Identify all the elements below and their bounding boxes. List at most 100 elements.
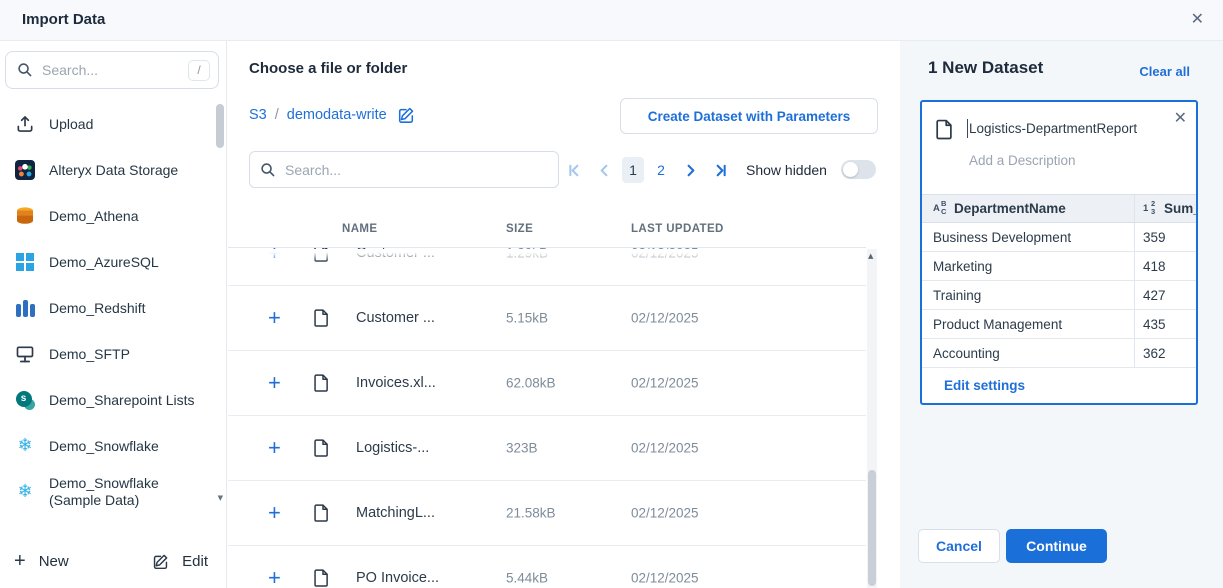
show-hidden-toggle[interactable] [841,160,876,179]
sidebar-footer: + New Edit [0,542,226,588]
sidebar-item-demo-azuresql[interactable]: Demo_AzureSQL [0,239,220,285]
add-file-icon[interactable]: + [268,370,281,396]
file-icon [314,439,329,458]
file-row[interactable]: + Customer ... 5.15kB 02/12/2025 [228,286,866,351]
file-icon [314,504,329,523]
preview-column-sum-quantity: 123 Sum_Qua [1135,195,1196,222]
pagination: 1 2 [562,155,732,185]
add-file-icon[interactable]: + [268,500,281,526]
previous-page-icon [592,158,616,182]
file-row[interactable]: + Invoices.xl... 62.08kB 02/12/2025 [228,351,866,416]
remove-dataset-icon[interactable]: ✕ [1174,108,1187,127]
next-page-icon[interactable] [678,158,702,182]
add-file-icon[interactable]: + [268,565,281,588]
sidebar-scrollbar-thumb[interactable] [216,104,224,148]
sidebar-item-demo-snowflake-sample-data[interactable]: ❄ Demo_Snowflake (Sample Data) [0,469,220,514]
show-hidden-label: Show hidden [746,162,827,178]
page-number-2[interactable]: 2 [650,157,672,183]
last-page-icon[interactable] [708,158,732,182]
file-row[interactable]: + Logistics-... 323B 02/12/2025 [228,416,866,481]
dataset-card: ✕ Add a Description ABC DepartmentName 1… [920,100,1198,405]
plus-icon: + [14,552,26,570]
cancel-button[interactable]: Cancel [918,529,1000,563]
preview-row: Marketing 418 [922,252,1196,281]
athena-icon [14,205,36,227]
add-file-icon[interactable]: + [268,305,281,331]
dialog-titlebar: Import Data ✕ [0,0,1223,41]
file-row[interactable]: + PO Invoice... 5.44kB 02/12/2025 [228,546,866,588]
sidebar-item-demo-sharepoint-lists[interactable]: s Demo_Sharepoint Lists [0,377,220,423]
panel-title: 1 New Dataset [928,58,1043,78]
new-dataset-panel: 1 New Dataset Clear all ✕ Add a Descript… [900,41,1223,588]
redshift-icon [14,297,36,319]
sidebar-item-upload[interactable]: Upload [0,101,220,147]
file-icon [314,248,329,263]
breadcrumb-separator: / [275,107,279,123]
sidebar-item-demo-athena[interactable]: Demo_Athena [0,193,220,239]
sidebar-scroll-down-icon[interactable]: ▼ [218,494,223,502]
add-file-icon[interactable]: + [268,248,281,266]
preview-row: Training 427 [922,281,1196,310]
dataset-preview-table: ABC DepartmentName 123 Sum_Qua Business … [922,194,1196,368]
sidebar-search-input[interactable] [42,62,188,78]
close-icon[interactable]: ✕ [1191,9,1204,28]
edit-settings-link[interactable]: Edit settings [944,378,1025,393]
sidebar-item-demo-redshift[interactable]: Demo_Redshift [0,285,220,331]
edit-connections-button[interactable]: Edit [152,553,208,570]
edit-path-icon[interactable] [397,106,415,124]
table-scroll-up-icon[interactable]: ▲ [868,252,873,260]
column-header-name: NAME [342,223,377,235]
alteryx-icon [14,159,36,181]
continue-button[interactable]: Continue [1006,529,1107,563]
add-file-icon[interactable]: + [268,435,281,461]
search-icon [260,162,276,178]
file-icon [936,119,953,140]
snowflake-icon: ❄ [14,435,36,457]
new-connection-button[interactable]: + New [14,552,69,570]
breadcrumb-current[interactable]: demodata-write [287,107,387,123]
number-type-icon: 123 [1143,201,1160,216]
file-table-body: + Customer ... 1.29kB 02/12/2025 + Custo… [228,248,866,588]
file-browser: Choose a file or folder S3 / demodata-wr… [228,41,900,588]
file-icon [314,569,329,588]
dialog-title: Import Data [22,11,105,28]
dataset-name-input[interactable] [969,115,1161,141]
string-type-icon: ABC [933,201,950,216]
breadcrumb: S3 / demodata-write [249,106,415,124]
connection-list: Upload Alteryx Data Storage Demo_Athena … [0,101,220,514]
page-title: Choose a file or folder [249,60,407,77]
keyboard-shortcut-badge: / [188,60,210,81]
connections-sidebar: / Upload Alteryx Data Storage Demo_ [0,41,227,588]
preview-header-row: ABC DepartmentName 123 Sum_Qua [922,195,1196,223]
file-row[interactable]: + Customer ... 1.29kB 02/12/2025 [228,248,866,286]
file-row[interactable]: + MatchingL... 21.58kB 02/12/2025 [228,481,866,546]
first-page-icon [562,158,586,182]
create-dataset-with-parameters-button[interactable]: Create Dataset with Parameters [620,98,878,134]
table-scrollbar-thumb[interactable] [868,470,876,586]
dataset-description-placeholder[interactable]: Add a Description [969,153,1076,168]
column-header-size: SIZE [506,223,533,235]
file-icon [314,309,329,328]
column-header-last-updated: LAST UPDATED [631,223,724,235]
edit-icon [152,553,169,570]
sftp-icon [14,343,36,365]
snowflake-icon: ❄ [14,481,36,503]
breadcrumb-root[interactable]: S3 [249,107,267,123]
file-table-header: NAME SIZE LAST UPDATED [228,210,866,248]
sidebar-item-demo-sftp[interactable]: Demo_SFTP [0,331,220,377]
text-caret [967,119,968,138]
sidebar-item-alteryx-data-storage[interactable]: Alteryx Data Storage [0,147,220,193]
sidebar-item-demo-snowflake[interactable]: ❄ Demo_Snowflake [0,423,220,469]
preview-row: Product Management 435 [922,310,1196,339]
file-search-box[interactable] [249,151,559,188]
search-icon [17,62,33,78]
azure-icon [14,251,36,273]
file-search-input[interactable] [285,162,548,178]
file-icon [314,374,329,393]
clear-all-link[interactable]: Clear all [1139,64,1190,79]
sidebar-search-box[interactable]: / [5,51,219,89]
sharepoint-icon: s [14,389,36,411]
page-number-1[interactable]: 1 [622,157,644,183]
toggle-knob [843,162,858,177]
preview-row: Accounting 362 [922,339,1196,368]
